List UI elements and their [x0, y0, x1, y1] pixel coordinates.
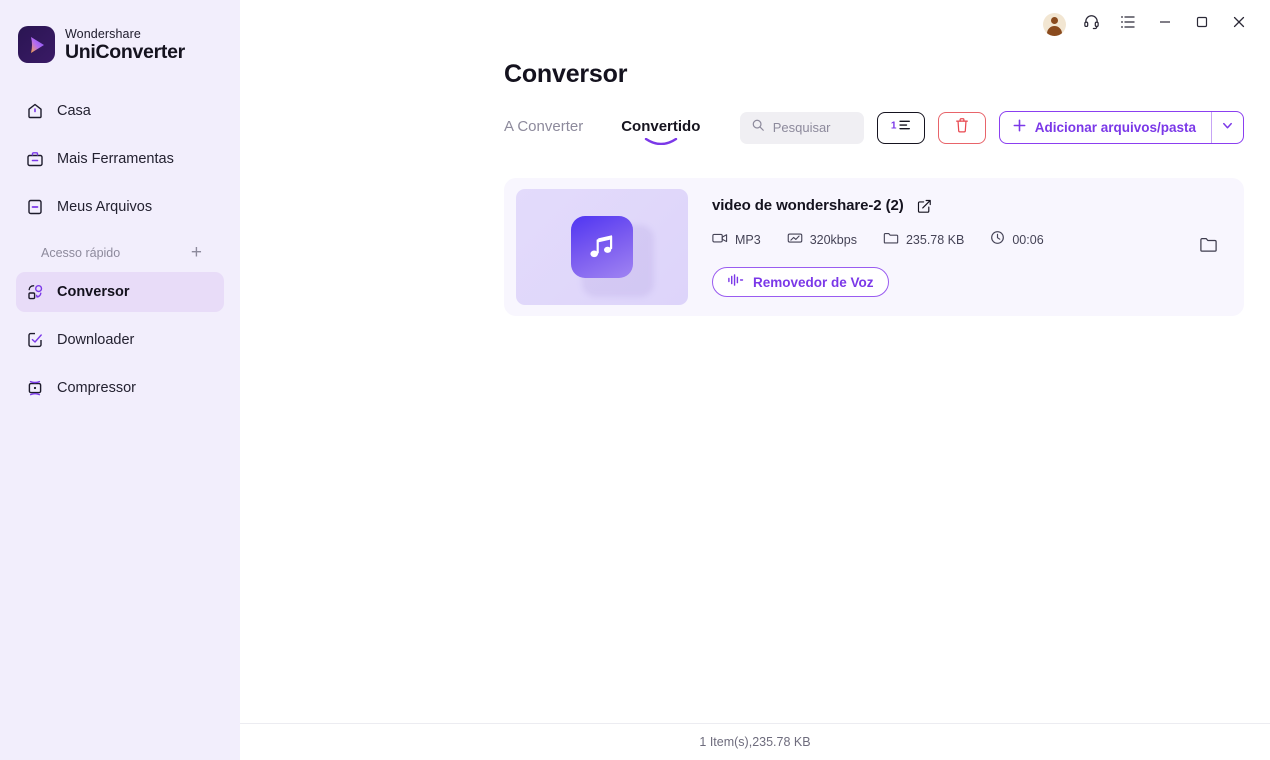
converter-icon — [25, 282, 45, 302]
menu-button[interactable] — [1111, 7, 1145, 41]
edit-square-icon[interactable] — [916, 198, 932, 214]
sidebar-item-label: Meus Arquivos — [57, 199, 153, 215]
meta-bitrate: 320kbps — [787, 231, 857, 250]
plus-icon[interactable]: + — [191, 243, 202, 262]
sidebar-item-meus-arquivos[interactable]: Meus Arquivos — [16, 187, 224, 227]
quick-access-label: Acesso rápido — [41, 245, 121, 260]
sidebar-item-mais-ferramentas[interactable]: Mais Ferramentas — [16, 139, 224, 179]
meta-text: MP3 — [735, 233, 761, 247]
add-files-button[interactable]: Adicionar arquivos/pasta — [1000, 112, 1211, 143]
meta-text: 00:06 — [1012, 233, 1044, 247]
meta-duration: 00:06 — [990, 230, 1044, 250]
svg-text:1: 1 — [891, 121, 897, 132]
file-details: video de wondershare-2 (2) MP3 320kbps 2… — [688, 197, 1230, 297]
file-card[interactable]: video de wondershare-2 (2) MP3 320kbps 2… — [504, 178, 1244, 316]
video-camera-icon — [712, 231, 728, 250]
toolbar: A Converter Convertido Pesquisar 1 Adici… — [240, 89, 1270, 152]
sidebar-item-label: Compressor — [57, 380, 136, 396]
window-titlebar — [240, 0, 1270, 48]
play-triangle-logo-icon — [18, 26, 55, 63]
home-icon — [25, 101, 45, 121]
search-icon — [751, 118, 765, 137]
tab-a-converter[interactable]: A Converter — [504, 118, 583, 145]
brand-logo-area: Wondershare UniConverter — [0, 0, 240, 63]
resolution-icon — [787, 231, 803, 250]
my-files-icon — [25, 197, 45, 217]
downloader-icon — [25, 330, 45, 350]
sidebar-item-label: Downloader — [57, 332, 135, 348]
active-tab-indicator — [644, 135, 678, 145]
music-note-icon — [571, 216, 633, 278]
toolbox-icon — [25, 149, 45, 169]
voice-remover-label: Removedor de Voz — [753, 274, 874, 290]
file-name: video de wondershare-2 (2) — [712, 197, 904, 214]
add-files-group: Adicionar arquivos/pasta — [998, 111, 1244, 144]
page-title: Conversor — [504, 60, 628, 88]
toolbar-actions: Pesquisar 1 Adicionar arquivos/pasta — [739, 111, 1244, 152]
sidebar-nav: Casa Mais Ferramentas Meus Arquivos Aces… — [0, 91, 240, 408]
main-panel: Conversor A Converter Convertido Pesquis… — [240, 0, 1270, 760]
user-avatar-icon — [1042, 12, 1066, 36]
close-icon — [1231, 14, 1247, 35]
brand-name-top: Wondershare — [65, 27, 141, 41]
tab-label: Convertido — [621, 118, 701, 135]
clock-icon — [990, 230, 1005, 250]
sidebar-item-label: Casa — [57, 103, 91, 119]
voice-remover-button[interactable]: Removedor de Voz — [712, 267, 889, 297]
sidebar-item-conversor[interactable]: Conversor — [16, 272, 224, 312]
tab-convertido[interactable]: Convertido — [621, 118, 700, 145]
headset-icon — [1082, 12, 1101, 36]
brand-name-bottom: UniConverter — [65, 40, 185, 63]
add-files-label: Adicionar arquivos/pasta — [1034, 120, 1196, 135]
chevron-down-icon — [1221, 119, 1234, 137]
status-bar: 1 Item(s),235.78 KB — [240, 723, 1270, 760]
waveform-icon — [727, 273, 744, 292]
status-text: 1 Item(s),235.78 KB — [699, 735, 811, 749]
minimize-icon — [1157, 14, 1173, 35]
sidebar-item-compressor[interactable]: Compressor — [16, 368, 224, 408]
sidebar-item-casa[interactable]: Casa — [16, 91, 224, 131]
uniconverter-window: Wondershare UniConverter Casa Mais Ferra… — [0, 0, 1270, 760]
search-placeholder: Pesquisar — [772, 120, 831, 135]
folder-icon — [883, 231, 899, 250]
tab-bar: A Converter Convertido — [504, 118, 700, 145]
open-folder-button[interactable] — [1199, 236, 1218, 258]
file-list: video de wondershare-2 (2) MP3 320kbps 2… — [240, 152, 1270, 723]
meta-text: 320kbps — [809, 233, 857, 247]
compressor-icon — [25, 378, 45, 398]
list-menu-icon — [1119, 13, 1137, 36]
meta-text: 235.78 KB — [905, 233, 965, 247]
meta-format: MP3 — [712, 231, 761, 250]
add-files-dropdown-button[interactable] — [1211, 112, 1243, 143]
quick-access-header: Acesso rápido + — [16, 237, 224, 268]
folder-open-icon — [1199, 236, 1218, 258]
tab-label: A Converter — [504, 118, 584, 135]
maximize-button[interactable] — [1185, 7, 1219, 41]
search-input[interactable]: Pesquisar — [739, 111, 864, 144]
file-metadata: MP3 320kbps 235.78 KB 00:06 — [712, 230, 1230, 250]
sort-button[interactable]: 1 — [876, 111, 925, 144]
sidebar-item-label: Conversor — [57, 284, 130, 300]
maximize-icon — [1194, 14, 1210, 35]
account-avatar-button[interactable] — [1037, 7, 1071, 41]
meta-filesize: 235.78 KB — [883, 231, 964, 250]
trash-icon — [954, 117, 970, 139]
minimize-button[interactable] — [1148, 7, 1182, 41]
plus-icon — [1012, 118, 1027, 138]
support-button[interactable] — [1074, 7, 1108, 41]
sidebar-item-downloader[interactable]: Downloader — [16, 320, 224, 360]
sort-numeric-icon: 1 — [890, 117, 912, 138]
file-name-row: video de wondershare-2 (2) — [712, 197, 1230, 214]
sidebar-item-label: Mais Ferramentas — [57, 151, 174, 167]
file-thumbnail — [516, 189, 688, 305]
sidebar: Wondershare UniConverter Casa Mais Ferra… — [0, 0, 240, 760]
close-button[interactable] — [1222, 7, 1256, 41]
delete-button[interactable] — [937, 111, 986, 144]
